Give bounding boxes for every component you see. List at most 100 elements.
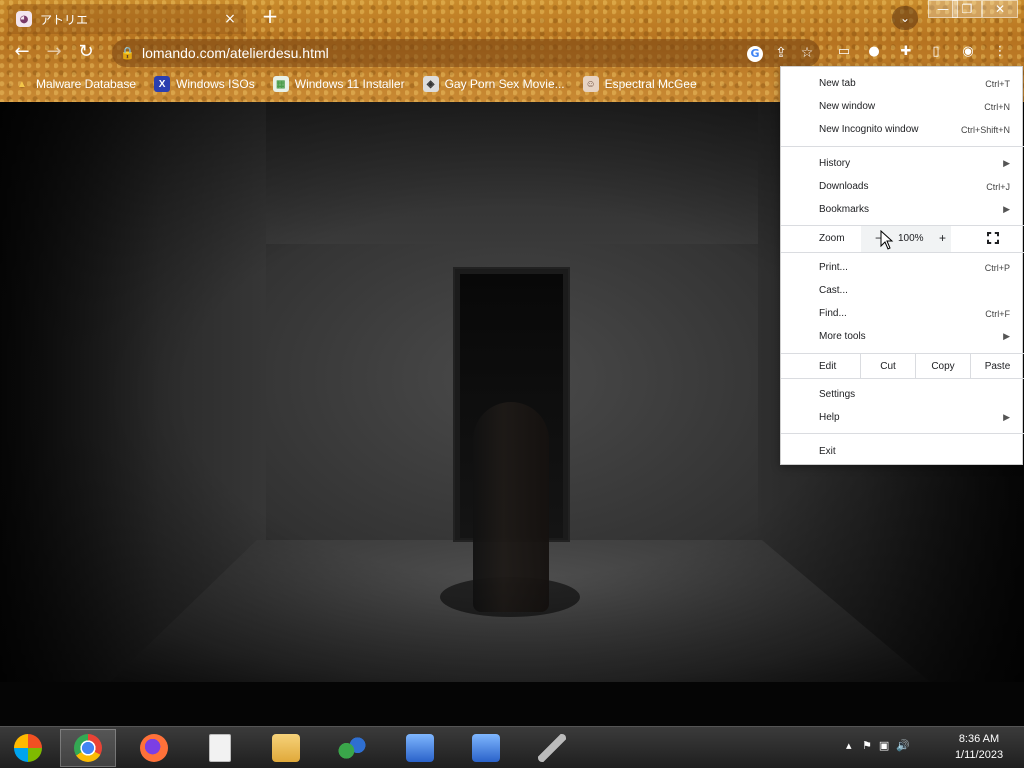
menu-shortcut: Ctrl+Shift+N [960, 124, 1010, 135]
taskbar-notepad[interactable] [192, 729, 248, 767]
menu-label: Print... [819, 262, 848, 273]
chrome-icon [74, 734, 102, 762]
extensions-puzzle-icon[interactable]: ✚ [896, 42, 916, 62]
globe-icon: ◈ [422, 76, 439, 92]
menu-shortcut: Ctrl+T [985, 78, 1010, 89]
menu-bookmarks[interactable]: Bookmarks ▶ [781, 198, 1024, 221]
tab-atelier[interactable]: ◕ アトリエ × [8, 4, 246, 34]
file-explorer-icon [272, 734, 300, 762]
paste-button[interactable]: Paste [970, 354, 1024, 378]
menu-label: Help [819, 412, 840, 423]
zoom-in-button[interactable]: + [939, 231, 946, 245]
bookmark-item[interactable]: ▦ Windows 11 Installer [272, 76, 405, 92]
clock-date: 1/11/2023 [954, 749, 1004, 761]
tab-title: アトリエ [40, 12, 89, 27]
notepad-icon [209, 734, 231, 762]
taskbar-clock[interactable]: 8:36 AM 1/11/2023 [944, 731, 1014, 763]
bookmark-label: Windows 11 Installer [294, 77, 405, 91]
menu-history[interactable]: History ▶ [781, 152, 1024, 175]
bookmark-item[interactable]: X Windows ISOs [154, 76, 255, 92]
menu-new-tab[interactable]: New tab Ctrl+T [781, 72, 1024, 95]
bookmark-label: Malware Database [36, 77, 137, 91]
google-lens-icon[interactable]: G [742, 45, 768, 62]
edit-label: Edit [819, 361, 837, 372]
submenu-arrow-icon: ▶ [1003, 331, 1010, 341]
network-tray-icon[interactable]: ▣ [879, 739, 889, 752]
menu-label: New tab [819, 78, 856, 89]
menu-label: Cast... [819, 285, 848, 296]
bookmark-item[interactable]: ▲ Malware Database [14, 76, 136, 92]
clock-time: 8:36 AM [958, 733, 1000, 745]
tab-search-button[interactable]: ⌄ [892, 6, 918, 30]
menu-label: More tools [819, 331, 866, 342]
menu-more-tools[interactable]: More tools ▶ [781, 325, 1024, 348]
lock-icon: 🔒 [120, 46, 135, 60]
menu-label: Settings [819, 389, 856, 400]
bookmark-item[interactable]: ☺ Espectral McGee [582, 76, 697, 92]
zoom-level: 100% [898, 233, 924, 244]
menu-separator [781, 378, 1024, 379]
taskbar-firefox[interactable] [126, 729, 182, 767]
toolbar: ← → ↻ 🔒 lomando.com/atelierdesu.html G ⇪… [0, 36, 1024, 68]
bookmark-star-icon[interactable]: ☆ [794, 45, 820, 61]
close-window-button[interactable]: ✕ [982, 0, 1018, 18]
extension-flag-icon[interactable]: ▭ [834, 42, 854, 62]
taskbar-remote-desktop-1[interactable] [392, 729, 448, 767]
address-bar[interactable]: 🔒 lomando.com/atelierdesu.html G ⇪ ☆ [112, 39, 820, 67]
screen: ◕ アトリエ × + ⌄ — ❐ ✕ ← → ↻ 🔒 lomando.com/a… [0, 0, 1024, 768]
tool-icon [538, 734, 566, 762]
menu-exit[interactable]: Exit [781, 440, 1024, 463]
address-url[interactable]: lomando.com/atelierdesu.html [142, 45, 742, 61]
menu-kebab-icon[interactable]: ⋮ [990, 42, 1010, 62]
menu-shortcut: Ctrl+J [986, 181, 1010, 192]
forward-button[interactable]: → [40, 38, 68, 66]
fullscreen-icon[interactable] [987, 232, 999, 244]
taskbar: ▴ ⚑ ▣ 🔊 8:36 AM 1/11/2023 [0, 726, 1024, 768]
menu-zoom-row: Zoom − 100% + [781, 226, 1024, 252]
bookmark-label: Windows ISOs [176, 77, 255, 91]
remote-desktop-icon [406, 734, 434, 762]
menu-separator [781, 252, 1024, 253]
maximize-button[interactable]: ❐ [952, 0, 982, 18]
menu-edit-row: Edit Cut Copy Paste [781, 354, 1024, 378]
new-tab-button[interactable]: + [258, 6, 282, 28]
taskbar-network[interactable] [324, 729, 380, 767]
action-center-flag-icon[interactable]: ⚑ [862, 739, 872, 752]
menu-separator [781, 146, 1024, 147]
menu-label: Bookmarks [819, 204, 870, 215]
menu-new-window[interactable]: New window Ctrl+N [781, 95, 1024, 118]
share-icon[interactable]: ⇪ [768, 45, 794, 61]
menu-downloads[interactable]: Downloads Ctrl+J [781, 175, 1024, 198]
submenu-arrow-icon: ▶ [1003, 204, 1010, 214]
taskbar-file-explorer[interactable] [258, 729, 314, 767]
start-button[interactable] [0, 729, 56, 767]
reload-button[interactable]: ↻ [72, 38, 100, 66]
cut-button[interactable]: Cut [860, 354, 915, 378]
chrome-main-menu: New tab Ctrl+T New window Ctrl+N New Inc… [780, 66, 1024, 465]
bookmark-label: Espectral McGee [604, 77, 697, 91]
taskbar-chrome[interactable] [60, 729, 116, 767]
copy-button[interactable]: Copy [915, 354, 970, 378]
extension-avatar-icon[interactable]: ● [864, 42, 884, 62]
zoom-label: Zoom [819, 233, 845, 244]
volume-icon[interactable]: 🔊 [896, 739, 910, 752]
menu-shortcut: Ctrl+N [984, 101, 1010, 112]
profile-icon[interactable]: ◉ [958, 42, 978, 62]
menu-shortcut: Ctrl+P [984, 262, 1010, 273]
menu-label: Find... [819, 308, 847, 319]
tray-expand-icon[interactable]: ▴ [846, 739, 852, 752]
tab-close-icon[interactable]: × [222, 11, 238, 27]
side-panel-icon[interactable]: ▯ [926, 42, 946, 62]
menu-label: History [819, 158, 851, 169]
system-tray: ▴ ⚑ ▣ 🔊 [846, 739, 910, 752]
bookmark-item[interactable]: ◈ Gay Porn Sex Movie... [422, 76, 565, 92]
menu-print[interactable]: Print... Ctrl+P [781, 256, 1024, 279]
menu-find[interactable]: Find... Ctrl+F [781, 302, 1024, 325]
menu-help[interactable]: Help ▶ [781, 406, 1024, 429]
back-button[interactable]: ← [8, 38, 36, 66]
menu-cast[interactable]: Cast... [781, 279, 1024, 302]
taskbar-tool[interactable] [524, 729, 580, 767]
menu-settings[interactable]: Settings [781, 383, 1024, 406]
taskbar-remote-desktop-2[interactable] [458, 729, 514, 767]
menu-new-incognito[interactable]: New Incognito window Ctrl+Shift+N [781, 118, 1024, 141]
